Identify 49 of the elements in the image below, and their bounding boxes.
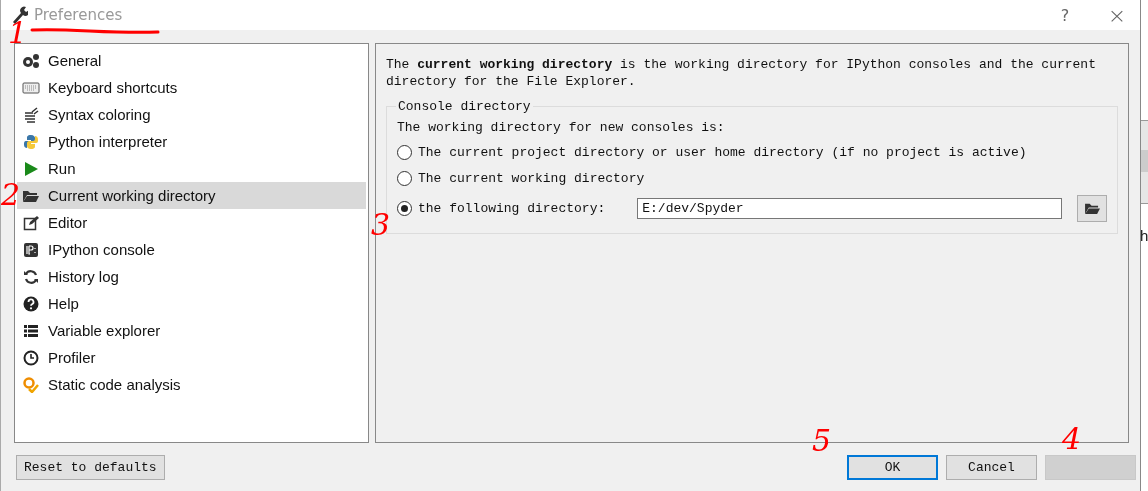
help-icon: [23, 295, 39, 312]
radio-button[interactable]: [397, 144, 412, 160]
group-title: Console directory: [396, 99, 533, 114]
help-button[interactable]: ?: [1042, 0, 1088, 30]
console-icon: [23, 241, 39, 258]
page-list-item[interactable]: Static code analysis: [17, 371, 366, 398]
ok-button[interactable]: OK: [847, 455, 938, 480]
folder-icon: [22, 188, 40, 203]
table-icon: [23, 323, 39, 338]
radio-button[interactable]: [397, 170, 412, 186]
description-text: The current working directory is the working directory for IPython consoles and the current directory for the File Explorer.: [386, 56, 1097, 90]
page-list-item[interactable]: Keyboard shortcuts: [17, 74, 366, 101]
cancel-button[interactable]: Cancel: [946, 455, 1037, 480]
gears-icon: [22, 52, 40, 69]
handwritten-number: 4: [1062, 424, 1082, 454]
python-logo-icon: [23, 133, 39, 150]
edit-icon: [23, 214, 39, 231]
keyboard-icon: [22, 80, 40, 95]
refresh-icon: [23, 268, 39, 285]
folder-icon: [1083, 201, 1101, 215]
radio-label: The current working directory: [418, 170, 645, 186]
play-icon: [23, 160, 39, 177]
radio-label: The current project directory or user home directory (if no project is active): [418, 144, 1027, 160]
magnifier-check-icon: [23, 376, 39, 393]
page-list-item[interactable]: Python interpreter: [17, 128, 366, 155]
page-list-item[interactable]: Editor: [17, 209, 366, 236]
handwritten-number: 5: [812, 426, 832, 456]
clock-icon: [23, 349, 39, 366]
page-list-item[interactable]: Variable explorer: [17, 317, 366, 344]
radio-button[interactable]: [397, 200, 412, 216]
page-list-item[interactable]: Current working directory: [17, 182, 366, 209]
directory-field[interactable]: E:/dev/Spyder: [637, 197, 1062, 219]
background-text: h: [1141, 227, 1148, 244]
window-title: Preferences: [34, 6, 124, 24]
close-button[interactable]: ×: [1094, 0, 1140, 30]
page-list-item[interactable]: IPython console: [17, 236, 366, 263]
pen-lines-icon: [23, 106, 39, 123]
page-list-item[interactable]: Profiler: [17, 344, 366, 371]
page-list-item[interactable]: General: [17, 47, 366, 74]
handwritten-number: 1: [8, 18, 28, 48]
page-list-item[interactable]: Syntax coloring: [17, 101, 366, 128]
radio-label: the following directory:: [418, 200, 606, 216]
page-list-item[interactable]: Help: [17, 290, 366, 317]
handwritten-number: 3: [371, 210, 391, 240]
prompt-text: The working directory for new consoles is:: [397, 120, 726, 135]
browse-button[interactable]: [1077, 194, 1107, 222]
page-list-item[interactable]: History log: [17, 263, 366, 290]
reset-button[interactable]: Reset to defaults: [16, 455, 165, 480]
page-list-item[interactable]: Run: [17, 155, 366, 182]
